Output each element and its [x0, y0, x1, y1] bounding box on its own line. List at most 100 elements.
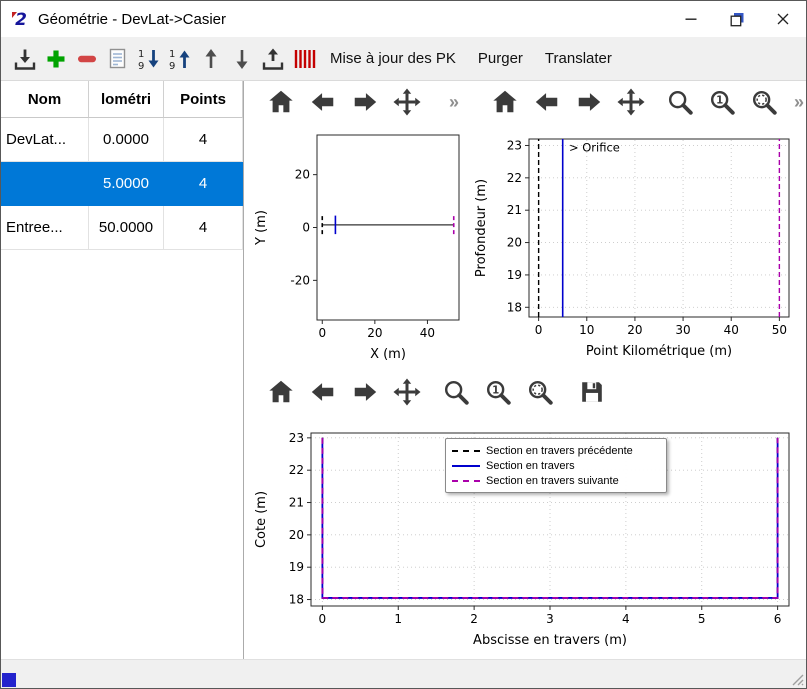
pan-move-icon — [393, 88, 421, 116]
purge-button[interactable]: Purger — [467, 50, 534, 67]
profile-plot[interactable]: 01020304050181920212223> OrificePoint Ki… — [471, 125, 803, 375]
svg-text:3: 3 — [546, 612, 554, 626]
svg-text:9: 9 — [138, 61, 144, 72]
section-home-button[interactable] — [264, 375, 298, 409]
svg-text:19: 19 — [289, 560, 304, 574]
svg-text:5: 5 — [698, 612, 706, 626]
legend-line-sample — [452, 450, 480, 452]
cell-pk[interactable]: 5.0000 — [89, 162, 164, 206]
section-forward-button[interactable] — [348, 375, 382, 409]
legend-entry: Section en travers suivante — [452, 473, 660, 488]
column-header-pk[interactable]: lométri — [89, 81, 164, 118]
maximize-button[interactable] — [714, 1, 760, 37]
pk-marks-button[interactable] — [288, 42, 319, 76]
arrow-up-icon — [198, 46, 224, 72]
titlebar[interactable]: 2 Géométrie - DevLat->Casier — [1, 1, 806, 37]
svg-text:40: 40 — [420, 326, 435, 340]
svg-text:Profondeur (m): Profondeur (m) — [474, 179, 489, 277]
svg-text:1: 1 — [138, 49, 144, 60]
profile-zoom-one-button[interactable] — [705, 85, 739, 119]
statusbar — [1, 659, 806, 688]
legend-entry: Section en travers précédente — [452, 443, 660, 458]
export-button[interactable] — [257, 42, 288, 76]
plots-area: » » 02040-20020X (m)Y (m) 01020304050181… — [244, 81, 806, 659]
section-back-button[interactable] — [306, 375, 340, 409]
document-icon — [105, 46, 131, 72]
profile-zoom-button[interactable] — [663, 85, 697, 119]
forward-arrow-icon — [351, 378, 379, 406]
plan-forward-button[interactable] — [348, 85, 382, 119]
resize-grip-icon[interactable] — [791, 673, 804, 686]
profile-back-button[interactable] — [530, 85, 564, 119]
svg-text:19: 19 — [507, 268, 522, 282]
section-save-button[interactable] — [575, 375, 609, 409]
sort-ascending-button[interactable]: 19 — [164, 42, 195, 76]
plan-toolbar-overflow-button[interactable]: » — [444, 91, 464, 113]
import-button[interactable] — [9, 42, 40, 76]
section-pan-button[interactable] — [390, 375, 424, 409]
cell-pk[interactable]: 50.0000 — [89, 206, 164, 250]
zoom-icon — [442, 378, 470, 406]
column-header-points[interactable]: Points — [164, 81, 243, 118]
minimize-button[interactable] — [668, 1, 714, 37]
cell-points[interactable]: 4 — [164, 118, 243, 162]
window-title: Géométrie - DevLat->Casier — [38, 11, 226, 28]
svg-text:> Orifice: > Orifice — [569, 140, 620, 154]
window-controls — [668, 1, 806, 37]
plus-icon — [43, 46, 69, 72]
cell-nom[interactable]: DevLat... — [1, 118, 89, 162]
cell-points[interactable]: 4 — [164, 206, 243, 250]
sections-table: Nom lométri Points DevLat... 0.0000 4 5.… — [1, 81, 244, 659]
plan-plot[interactable]: 02040-20020X (m)Y (m) — [251, 125, 469, 370]
svg-text:10: 10 — [579, 323, 594, 337]
pan-move-icon — [393, 378, 421, 406]
section-zoom-selection-button[interactable] — [523, 375, 557, 409]
profile-home-button[interactable] — [488, 85, 522, 119]
cell-nom[interactable] — [1, 162, 89, 206]
profile-pan-button[interactable] — [614, 85, 648, 119]
zoom-one-icon — [708, 88, 736, 116]
svg-text:-20: -20 — [290, 273, 310, 287]
column-header-nom[interactable]: Nom — [1, 81, 89, 118]
move-up-button[interactable] — [195, 42, 226, 76]
svg-text:22: 22 — [289, 463, 304, 477]
zoom-selection-icon — [526, 378, 554, 406]
plan-home-button[interactable] — [264, 85, 298, 119]
translate-button[interactable]: Translater — [534, 50, 623, 67]
update-pk-button[interactable]: Mise à jour des PK — [319, 50, 467, 67]
table-row[interactable]: 5.0000 4 — [1, 162, 243, 206]
close-button[interactable] — [760, 1, 806, 37]
table-row[interactable]: Entree... 50.0000 4 — [1, 206, 243, 250]
section-zoom-button[interactable] — [439, 375, 473, 409]
svg-text:20: 20 — [295, 168, 310, 182]
svg-text:23: 23 — [289, 431, 304, 445]
status-icon — [2, 673, 16, 687]
sort-descending-button[interactable]: 19 — [133, 42, 164, 76]
svg-text:Cote (m): Cote (m) — [254, 491, 269, 548]
maximize-icon — [730, 12, 745, 27]
svg-text:Point Kilométrique (m): Point Kilométrique (m) — [586, 344, 732, 359]
table-row[interactable]: DevLat... 0.0000 4 — [1, 118, 243, 162]
remove-button[interactable] — [71, 42, 102, 76]
minus-icon — [74, 46, 100, 72]
profile-toolbar-overflow-button[interactable]: » — [789, 91, 807, 113]
section-zoom-one-button[interactable] — [481, 375, 515, 409]
import-icon — [12, 46, 38, 72]
pan-move-icon — [617, 88, 645, 116]
svg-text:X (m): X (m) — [370, 347, 406, 362]
cell-pk[interactable]: 0.0000 — [89, 118, 164, 162]
move-down-button[interactable] — [226, 42, 257, 76]
app-window: 2 Géométrie - DevLat->Casier — [0, 0, 807, 689]
back-arrow-icon — [309, 378, 337, 406]
add-button[interactable] — [40, 42, 71, 76]
cell-nom[interactable]: Entree... — [1, 206, 89, 250]
cell-points[interactable]: 4 — [164, 162, 243, 206]
svg-text:1: 1 — [394, 612, 402, 626]
export-icon — [260, 46, 286, 72]
profile-zoom-selection-button[interactable] — [747, 85, 781, 119]
legend-label: Section en travers suivante — [486, 475, 619, 487]
profile-forward-button[interactable] — [572, 85, 606, 119]
plan-pan-button[interactable] — [390, 85, 424, 119]
plan-back-button[interactable] — [306, 85, 340, 119]
edit-button[interactable] — [102, 42, 133, 76]
